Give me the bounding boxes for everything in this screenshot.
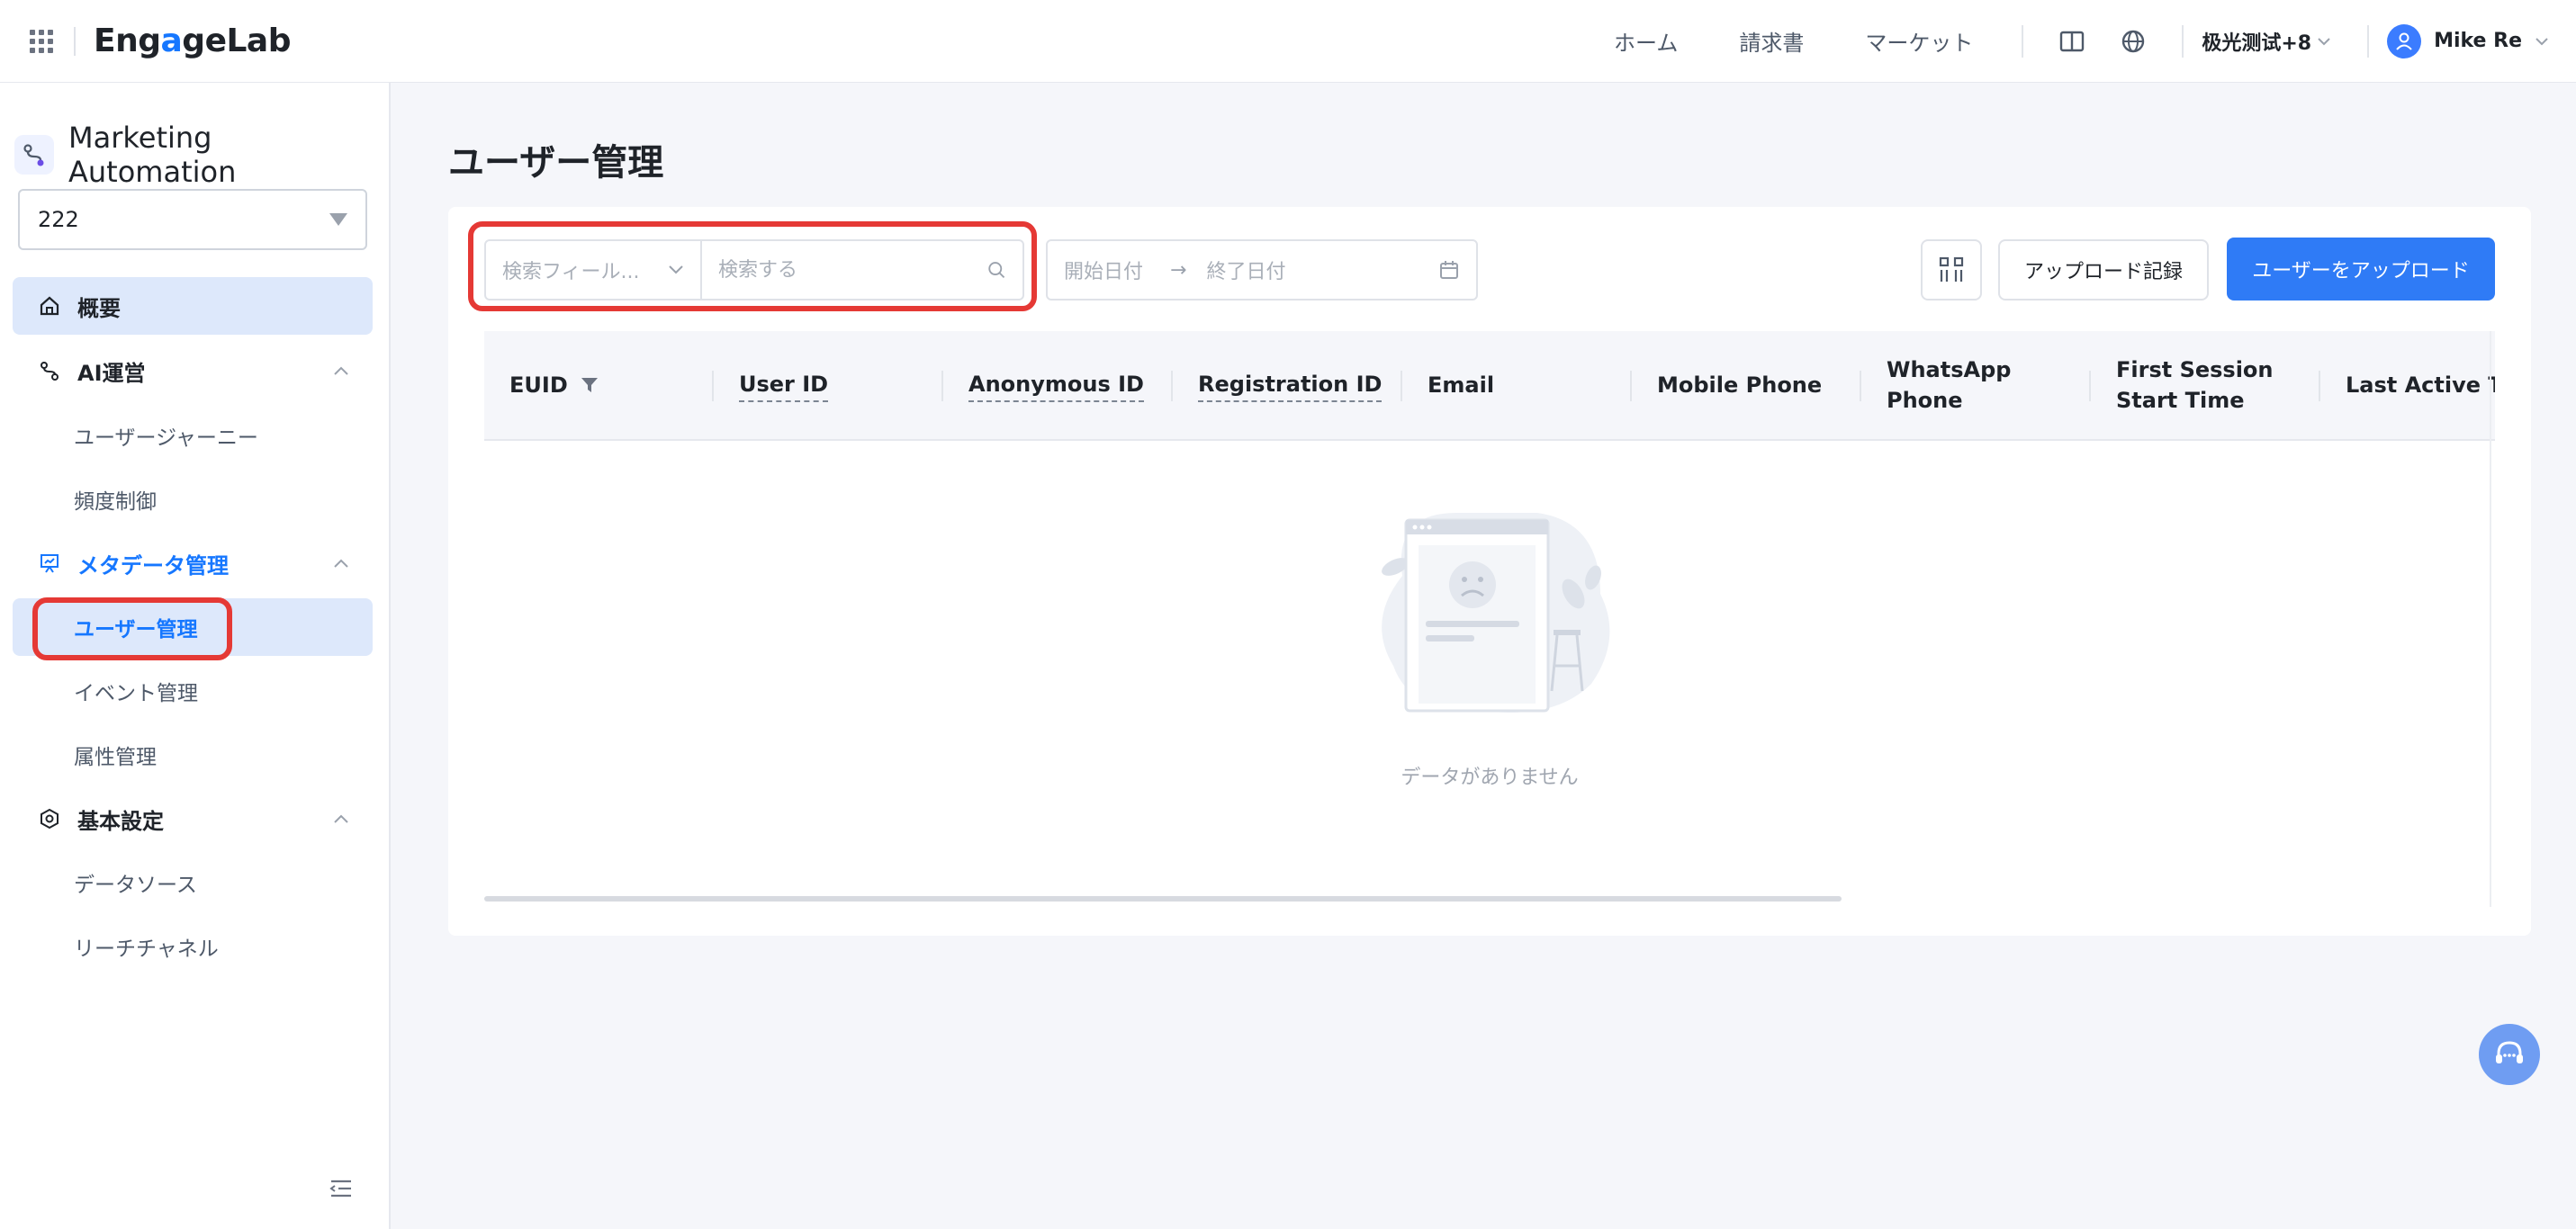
flow-icon (38, 359, 61, 382)
sidebar-item-data-source[interactable]: データソース (13, 854, 373, 911)
table-header: EUID User ID Anonymous ID Registration I… (484, 331, 2495, 441)
avatar (2387, 23, 2422, 58)
top-bar: EngageLab ホーム 請求書 マーケット 极光测试+8 Mike Re (0, 0, 2576, 83)
sidebar-group-metadata[interactable]: メタデータ管理 (13, 534, 373, 592)
filter-icon[interactable] (581, 376, 599, 394)
sidebar-item-attribute-management[interactable]: 属性管理 (13, 726, 373, 784)
automation-icon (14, 135, 54, 175)
home-icon (38, 294, 61, 318)
horizontal-scrollbar[interactable] (484, 896, 1842, 902)
app-title: Marketing Automation (14, 121, 389, 189)
chevron-up-icon (334, 366, 348, 375)
sidebar-group-ai-ops[interactable]: AI運営 (13, 342, 373, 399)
date-range-picker[interactable]: 開始日付 → 終了日付 (1046, 239, 1478, 301)
sidebar-item-overview[interactable]: 概要 (13, 277, 373, 335)
calendar-icon (1440, 261, 1458, 279)
globe-icon[interactable] (2115, 23, 2151, 59)
users-table: EUID User ID Anonymous ID Registration I… (484, 331, 2495, 907)
sidebar-item-user-management[interactable]: ユーザー管理 (13, 598, 373, 656)
user-icon (2396, 32, 2412, 50)
search-input[interactable] (718, 258, 986, 282)
collapse-sidebar-icon[interactable] (329, 1179, 355, 1204)
chevron-down-icon (2535, 37, 2548, 45)
sidebar-item-frequency-control[interactable]: 頻度制御 (13, 471, 373, 528)
project-value: 222 (38, 207, 79, 232)
workspace-label: 极光测试+8 (2202, 31, 2312, 55)
logo[interactable]: EngageLab (94, 22, 291, 59)
sidebar-item-user-journey[interactable]: ユーザージャーニー (13, 407, 373, 464)
empty-data-illustration (1382, 513, 1610, 713)
project-select[interactable]: 222 (18, 189, 367, 250)
nav-market[interactable]: マーケット (1865, 25, 1973, 57)
chevron-down-icon (2318, 37, 2330, 45)
end-date-placeholder: 終了日付 (1206, 261, 1286, 283)
column-euid: EUID (484, 331, 714, 439)
sidebar-item-label: 概要 (77, 295, 121, 321)
presentation-icon (38, 552, 61, 575)
column-mobile-phone: Mobile Phone (1632, 331, 1861, 439)
start-date-placeholder: 開始日付 (1064, 261, 1144, 283)
search-icon[interactable] (986, 259, 1006, 281)
sidebar: Marketing Automation 222 概要 AI運営 ユーザージャー… (0, 83, 391, 1229)
sidebar-item-reach-channel[interactable]: リーチチャネル (13, 918, 373, 975)
page-title: ユーザー管理 (448, 142, 664, 184)
upload-users-button[interactable]: ユーザーをアップロード (2227, 238, 2495, 301)
column-settings-button[interactable] (1921, 239, 1982, 301)
search-field-select[interactable]: 検索フィール... (486, 241, 702, 299)
settings-icon (38, 807, 61, 830)
chevron-down-icon (669, 265, 683, 274)
table-right-border (2490, 331, 2491, 907)
arrow-right-icon: → (1170, 258, 1187, 282)
divider (2022, 24, 2024, 58)
sidebar-item-event-management[interactable]: イベント管理 (13, 662, 373, 720)
user-name: Mike Re (2434, 30, 2522, 52)
nav-home[interactable]: ホーム (1614, 25, 1678, 57)
user-menu[interactable]: Mike Re (2387, 23, 2549, 58)
upload-record-button[interactable]: アップロード記録 (1998, 239, 2209, 301)
app-name: Marketing Automation (68, 121, 237, 189)
column-whatsapp-phone: WhatsApp Phone (1861, 331, 2091, 439)
customer-support-button[interactable] (2479, 1024, 2540, 1085)
column-email: Email (1402, 331, 1632, 439)
empty-state: データがありません (484, 441, 2495, 907)
divider (74, 26, 76, 56)
search-filter-group: 検索フィール... (484, 239, 1024, 301)
top-nav: ホーム 請求書 マーケット 极光测试+8 Mike Re (1583, 0, 2576, 82)
column-first-session-start-time: First Session Start Time (2091, 331, 2320, 439)
caret-down-icon (329, 213, 347, 226)
empty-state-text: データがありません (1401, 767, 1579, 789)
headset-icon (2496, 1041, 2523, 1063)
sidebar-group-label: 基本設定 (77, 808, 164, 834)
divider (2367, 24, 2370, 58)
search-field-placeholder: 検索フィール... (502, 261, 640, 283)
content-card: 検索フィール... 開始日付 → 終了日付 アップロード記録 ユーザーをアップロ… (448, 207, 2531, 936)
chevron-up-icon (334, 559, 348, 568)
chevron-up-icon (334, 814, 348, 823)
nav-invoice[interactable]: 請求書 (1739, 25, 1804, 57)
sidebar-group-basic-settings[interactable]: 基本設定 (13, 790, 373, 848)
workspace-selector[interactable]: 极光测试+8 (2202, 27, 2331, 56)
sidebar-group-label: メタデータ管理 (77, 552, 229, 579)
search-box (702, 241, 1022, 299)
columns-icon (1939, 256, 1964, 282)
column-registration-id[interactable]: Registration ID (1173, 331, 1402, 439)
column-user-id[interactable]: User ID (714, 331, 943, 439)
divider (2182, 24, 2184, 58)
book-icon[interactable] (2054, 23, 2090, 59)
column-last-active-time: Last Active Tir (2346, 372, 2495, 398)
column-anonymous-id[interactable]: Anonymous ID (943, 331, 1173, 439)
apps-grid-icon[interactable] (27, 27, 56, 56)
sidebar-group-label: AI運営 (77, 360, 146, 386)
